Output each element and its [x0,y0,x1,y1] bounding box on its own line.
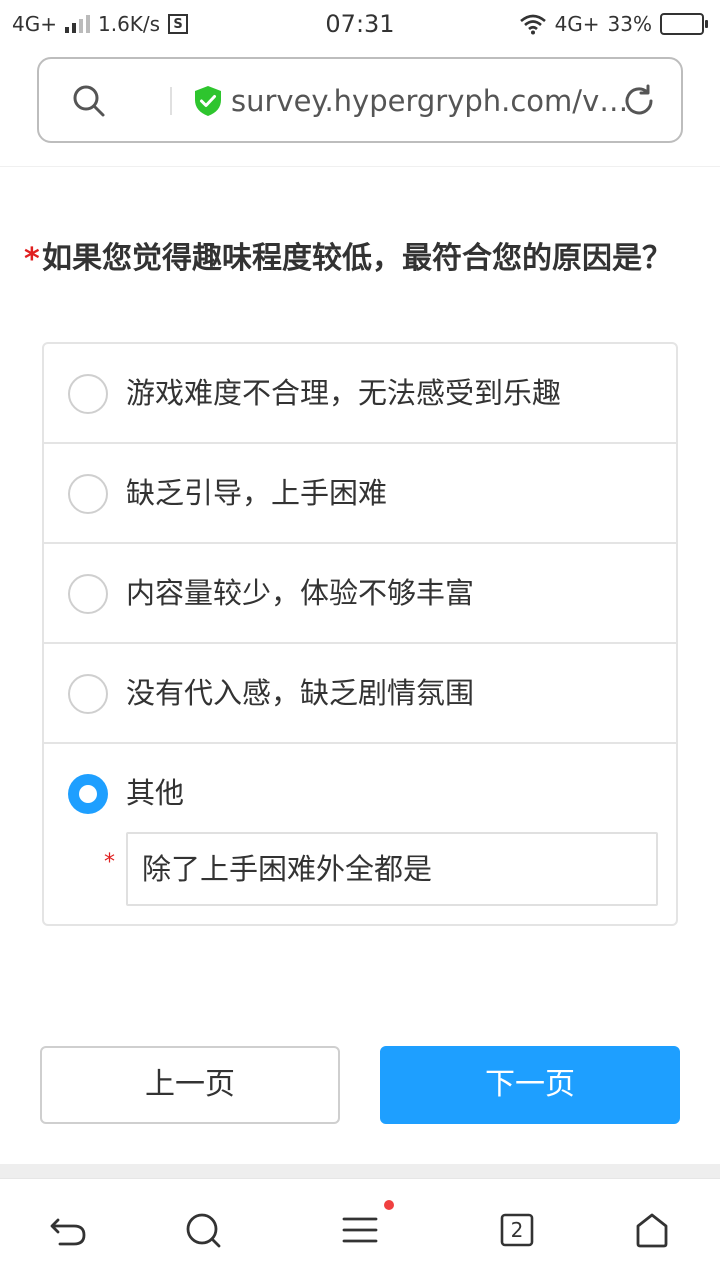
option-item[interactable]: 缺乏引导，上手困难 [44,444,676,544]
option-label[interactable]: 游戏难度不合理，无法感受到乐趣 [126,372,561,414]
shield-check-icon [195,86,221,116]
status-right: 4G+ 33% [519,10,708,38]
prev-page-button[interactable]: 上一页 [40,1046,340,1124]
search-icon[interactable] [183,1210,223,1250]
radio-button-selected[interactable] [68,774,108,814]
option-item[interactable]: 内容量较少，体验不够丰富 [44,544,676,644]
option-label[interactable]: 内容量较少，体验不够丰富 [126,572,474,614]
battery-icon [660,13,708,35]
status-bar: 4G+ 1.6K/s S 07:31 4G+ 33% [0,0,720,48]
required-mark: * [24,242,40,277]
tabs-button[interactable]: 2 [497,1210,537,1250]
question-title: 如果您觉得趣味程度较低，最符合您的原因是？ [42,241,672,276]
radio-button[interactable] [68,674,108,714]
notification-dot [384,1200,394,1210]
network-type-right: 4G+ [554,12,600,36]
option-label[interactable]: 缺乏引导，上手困难 [126,472,387,514]
toolbar-shadow [0,1164,720,1178]
back-icon[interactable] [48,1210,88,1250]
tabs-count: 2 [510,1218,524,1242]
search-icon[interactable] [71,83,107,119]
option-item[interactable]: 游戏难度不合理，无法感受到乐趣 [44,344,676,444]
url-text[interactable]: survey.hypergryph.com/v… [231,81,631,121]
option-item-other[interactable]: 其他 * 除了上手困难外全都是 [44,744,676,924]
option-label[interactable]: 没有代入感，缺乏剧情氛围 [126,672,474,714]
refresh-icon[interactable] [621,83,657,119]
home-icon[interactable] [632,1210,672,1250]
radio-button[interactable] [68,374,108,414]
option-label[interactable]: 其他 [126,772,184,814]
radio-button[interactable] [68,474,108,514]
wifi-icon [519,14,546,35]
header-divider [0,166,720,167]
other-text-input[interactable]: 除了上手困难外全都是 [126,832,658,906]
menu-icon[interactable] [340,1210,380,1250]
address-divider [170,87,172,115]
address-bar[interactable]: survey.hypergryph.com/v… [37,57,683,143]
browser-toolbar: 2 [0,1178,720,1280]
option-item[interactable]: 没有代入感，缺乏剧情氛围 [44,644,676,744]
required-mark: * [104,850,115,875]
options-list: 游戏难度不合理，无法感受到乐趣 缺乏引导，上手困难 内容量较少，体验不够丰富 没… [42,342,678,926]
next-page-button[interactable]: 下一页 [380,1046,680,1124]
battery-percent: 33% [607,12,652,36]
radio-button[interactable] [68,574,108,614]
